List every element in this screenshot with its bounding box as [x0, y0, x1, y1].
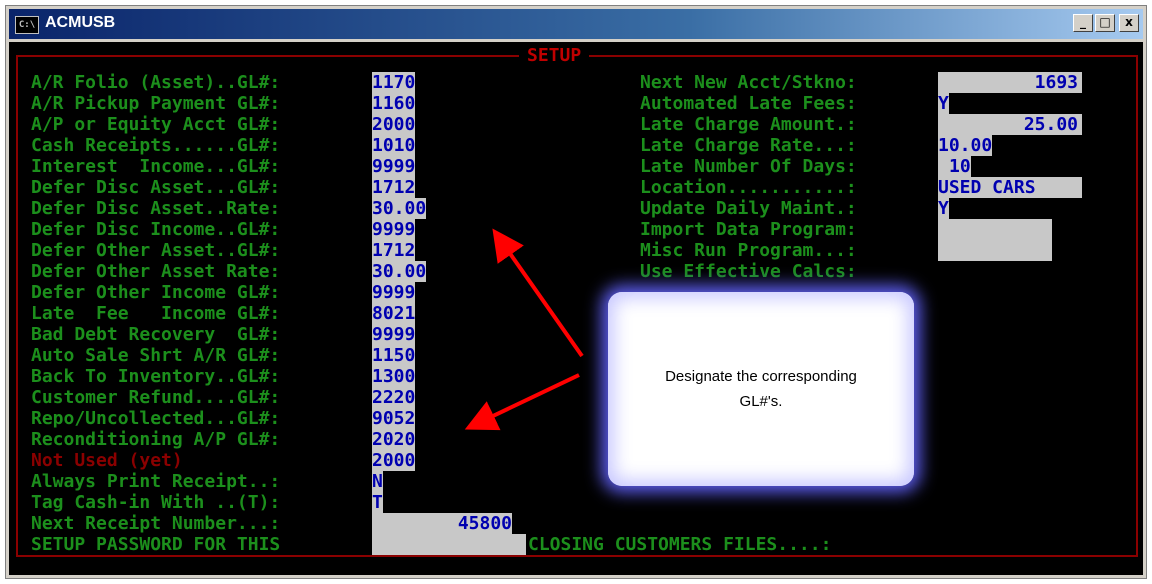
field-label: Auto Sale Shrt A/R GL#: — [31, 345, 281, 366]
callout-line1: Designate the corresponding — [665, 368, 857, 385]
field-label: Defer Other Income GL#: — [31, 282, 281, 303]
late-fees-input[interactable]: Y — [938, 93, 949, 114]
field-label: Late Fee Income GL#: — [31, 303, 281, 324]
app-window: C:\ ACMUSB _ □ x SETUP A/R Folio (Asset)… — [5, 5, 1147, 579]
field-label: A/R Folio (Asset)..GL#: — [31, 72, 281, 93]
field-label: Reconditioning A/P GL#: — [31, 429, 281, 450]
print-receipt-input[interactable]: N — [372, 471, 383, 492]
console-icon[interactable]: C:\ — [15, 16, 39, 34]
gl-input[interactable]: 1150 — [372, 345, 416, 366]
field-label: A/P or Equity Acct GL#: — [31, 114, 281, 135]
gl-input[interactable]: 9999 — [372, 324, 416, 345]
field-label: SETUP PASSWORD FOR THIS — [31, 534, 281, 555]
field-label: Late Charge Rate...: — [640, 135, 857, 156]
field-label: Next Receipt Number...: — [31, 513, 281, 534]
field-label: Next New Acct/Stkno: — [640, 72, 857, 93]
location-input[interactable]: USED CARS — [938, 177, 1082, 198]
field-label: Location...........: — [640, 177, 857, 198]
daily-maint-input[interactable]: Y — [938, 198, 949, 219]
gl-input[interactable]: 1712 — [372, 240, 416, 261]
maximize-button[interactable]: □ — [1095, 14, 1115, 32]
minimize-button[interactable]: _ — [1073, 14, 1093, 32]
field-label: Automated Late Fees: — [640, 93, 857, 114]
field-label: Update Daily Maint.: — [640, 198, 857, 219]
late-days-input[interactable]: 10 — [938, 156, 971, 177]
field-label: Tag Cash-in With ..(T): — [31, 492, 281, 513]
late-charge-amount-input[interactable]: 25.00 — [938, 114, 1082, 135]
field-label: Customer Refund....GL#: — [31, 387, 281, 408]
next-acct-input[interactable]: 1693 — [938, 72, 1082, 93]
field-label: Bad Debt Recovery GL#: — [31, 324, 281, 345]
field-label: Repo/Uncollected...GL#: — [31, 408, 281, 429]
gl-input[interactable]: 2220 — [372, 387, 416, 408]
field-label: Defer Other Asset Rate: — [31, 261, 281, 282]
window-title: ACMUSB — [45, 14, 116, 31]
field-label: Late Charge Amount.: — [640, 114, 857, 135]
setup-title: SETUP — [519, 45, 590, 66]
field-label: Defer Disc Asset..Rate: — [31, 198, 281, 219]
callout-note: Designate the corresponding GL#'s. — [608, 292, 914, 486]
field-label: A/R Pickup Payment GL#: — [31, 93, 281, 114]
gl-input[interactable]: 9052 — [372, 408, 416, 429]
title-bar[interactable]: C:\ ACMUSB _ □ x — [9, 9, 1143, 39]
gl-input[interactable]: 1160 — [372, 93, 416, 114]
field-label-disabled: Not Used (yet) — [31, 450, 183, 471]
rate-input[interactable]: 30.00 — [372, 261, 427, 282]
field-label: Defer Other Asset..GL#: — [31, 240, 281, 261]
field-label: Import Data Program: — [640, 219, 857, 240]
import-program-input[interactable] — [938, 219, 1052, 261]
field-label: Defer Disc Asset...GL#: — [31, 177, 281, 198]
closing-files-label: CLOSING CUSTOMERS FILES....: — [528, 534, 832, 555]
field-label: Defer Disc Income..GL#: — [31, 219, 281, 240]
gl-input[interactable]: 1010 — [372, 135, 416, 156]
field-label: Back To Inventory..GL#: — [31, 366, 281, 387]
gl-input[interactable]: 9999 — [372, 219, 416, 240]
tag-cash-input[interactable]: T — [372, 492, 383, 513]
gl-input[interactable]: 1300 — [372, 366, 416, 387]
gl-input[interactable]: 9999 — [372, 156, 416, 177]
console-area: SETUP A/R Folio (Asset)..GL#: A/R Pickup… — [9, 42, 1143, 575]
field-label: Misc Run Program...: — [640, 240, 857, 261]
gl-input[interactable]: 2000 — [372, 450, 416, 471]
gl-input[interactable]: 8021 — [372, 303, 416, 324]
field-label: Late Number Of Days: — [640, 156, 857, 177]
close-button[interactable]: x — [1119, 14, 1139, 32]
field-label: Cash Receipts......GL#: — [31, 135, 281, 156]
setup-password-input[interactable] — [372, 534, 526, 555]
receipt-number-input[interactable]: 45800 — [372, 513, 512, 534]
gl-input[interactable]: 2000 — [372, 114, 416, 135]
gl-input[interactable]: 2020 — [372, 429, 416, 450]
callout-line2: GL#'s. — [739, 393, 783, 410]
gl-input[interactable]: 9999 — [372, 282, 416, 303]
field-label: Always Print Receipt..: — [31, 471, 281, 492]
gl-input[interactable]: 1712 — [372, 177, 416, 198]
late-charge-rate-input[interactable]: 10.00 — [938, 135, 993, 156]
field-label: Interest Income...GL#: — [31, 156, 281, 177]
rate-input[interactable]: 30.00 — [372, 198, 427, 219]
gl-input[interactable]: 1170 — [372, 72, 416, 93]
field-label: Use Effective Calcs: — [640, 261, 857, 282]
